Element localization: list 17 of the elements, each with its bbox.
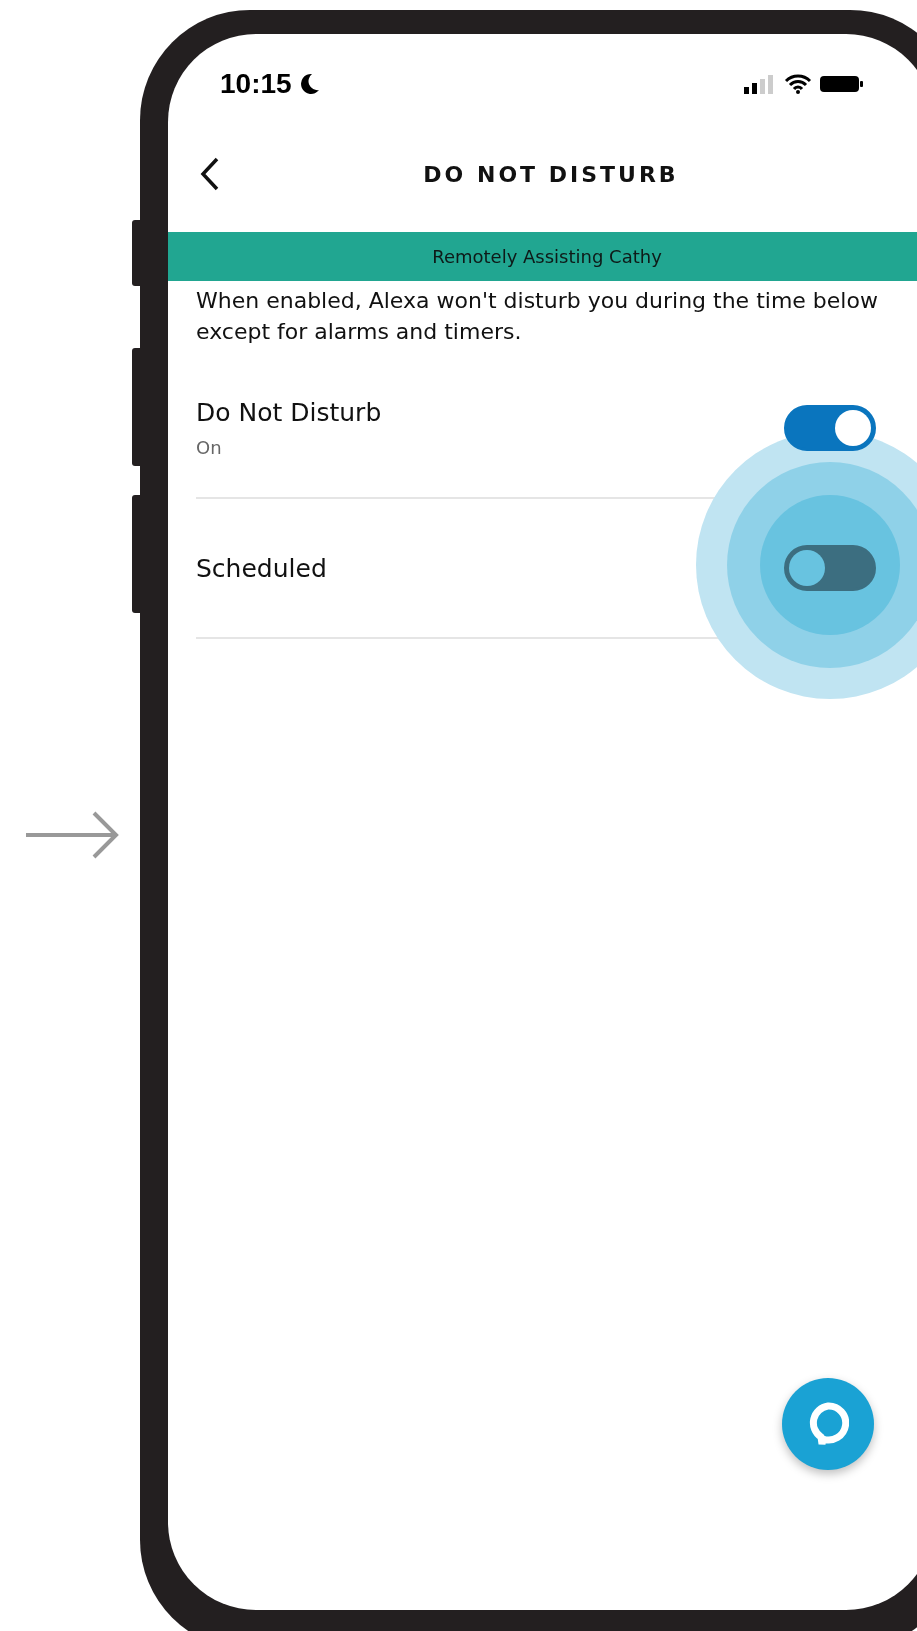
chevron-left-icon xyxy=(200,157,220,191)
status-time: 10:15 xyxy=(220,68,292,100)
battery-icon xyxy=(820,74,864,94)
remote-assist-banner: Remotely Assisting Cathy xyxy=(168,232,917,281)
description-text: When enabled, Alexa won't disturb you during the time below except for alarms and timers. xyxy=(196,287,879,346)
assistant-button[interactable] xyxy=(782,1378,874,1470)
moon-icon xyxy=(299,73,320,95)
setting-status: On xyxy=(196,437,223,458)
toggle-switch[interactable] xyxy=(784,405,876,451)
arrow-icon xyxy=(26,810,120,860)
toggle-switch[interactable] xyxy=(784,545,876,591)
signal-icon xyxy=(744,74,776,94)
speech-ring-icon xyxy=(807,1402,849,1446)
setting-label: Scheduled xyxy=(196,553,328,583)
setting-label: Do Not Disturb xyxy=(196,398,383,427)
page-title: DO NOT DISTURB xyxy=(423,161,679,187)
wifi-icon xyxy=(784,74,812,94)
